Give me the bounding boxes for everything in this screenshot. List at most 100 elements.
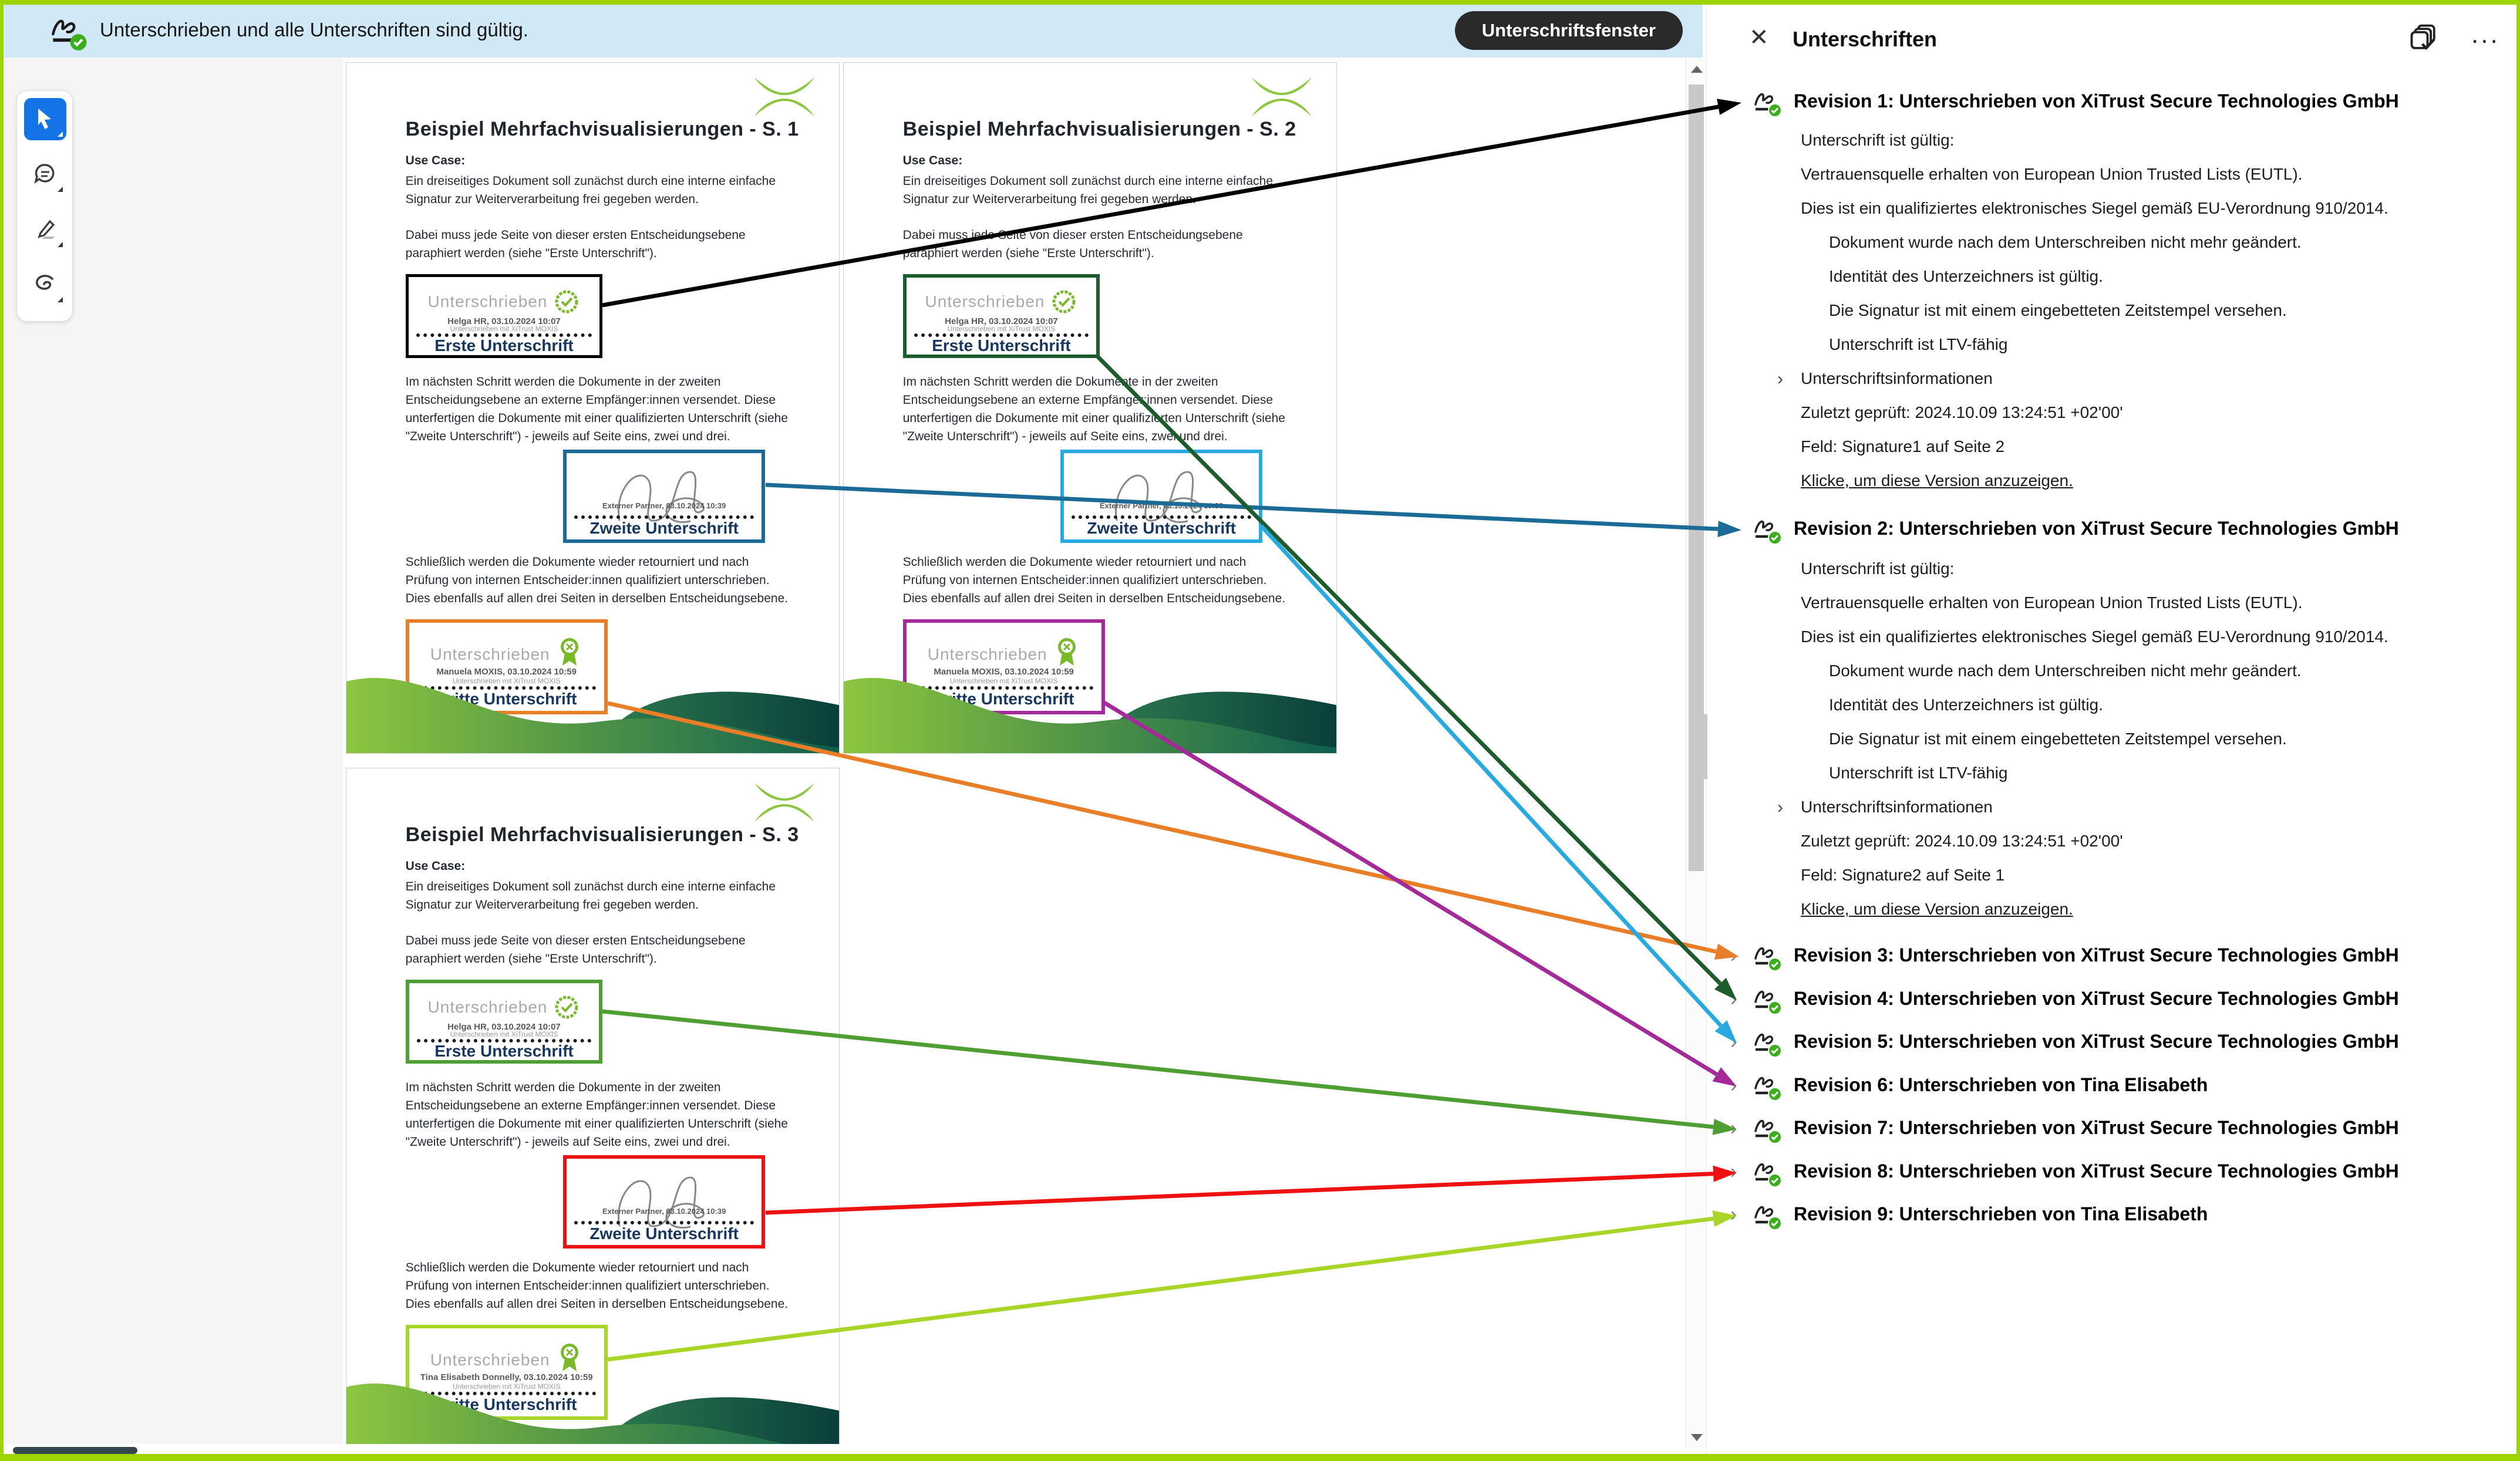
- banner-message: Unterschrieben und alle Unterschriften s…: [100, 19, 528, 41]
- page-paragraph: Im nächsten Schritt werden die Dokumente…: [903, 373, 1287, 446]
- draw-tool[interactable]: [24, 264, 66, 306]
- signatures-panel: ✕ Unterschriften ... Revision 1: Untersc…: [1706, 5, 2520, 1459]
- page-heading: Beispiel Mehrfachvisualisierungen - S. 3: [406, 824, 799, 846]
- tool-dropdown-indicator: [58, 242, 63, 247]
- page-paragraph: Ein dreiseitiges Dokument soll zunächst …: [406, 878, 790, 914]
- view-version-link[interactable]: Klicke, um diese Version anzuzeigen.: [1801, 471, 2073, 490]
- check-badge-icon: [547, 292, 580, 311]
- page-footer-wave: [346, 650, 839, 753]
- close-icon[interactable]: ✕: [1749, 26, 1769, 49]
- revision-detail: Zuletzt geprüft: 2024.10.09 13:24:51 +02…: [1801, 832, 2123, 851]
- tool-dropdown-indicator: [58, 297, 63, 302]
- chevron-right-icon[interactable]: ›: [1730, 1075, 1737, 1095]
- chevron-right-icon[interactable]: ›: [1730, 946, 1737, 966]
- revision-detail: Identität des Unterzeichners ist gültig.: [1829, 267, 2103, 286]
- revision-detail: Unterschrift ist gültig:: [1801, 559, 1954, 578]
- signature-info-toggle[interactable]: Unterschriftsinformationen: [1801, 369, 1993, 388]
- signature-valid-icon: [1753, 1200, 1783, 1233]
- chevron-right-icon[interactable]: ›: [1777, 798, 1783, 818]
- chevron-right-icon[interactable]: ›: [1730, 1204, 1737, 1224]
- revision-title[interactable]: Revision 5: Unterschrieben von XiTrust S…: [1794, 1031, 2399, 1052]
- signer-name: Externer Partner, 03.10.2024 10:39: [567, 1207, 762, 1216]
- xitrust-logo: [1247, 75, 1316, 122]
- signer-name: Externer Partner, 03.10.2024 10:39: [1064, 501, 1259, 510]
- vertical-scrollbar-thumb[interactable]: [1689, 85, 1704, 871]
- chevron-right-icon[interactable]: ›: [1730, 1162, 1737, 1182]
- page-heading: Beispiel Mehrfachvisualisierungen - S. 1: [406, 118, 799, 141]
- highlight-tool[interactable]: [24, 208, 66, 251]
- document-page: Beispiel Mehrfachvisualisierungen - S. 2…: [843, 62, 1337, 754]
- page-paragraph: Im nächsten Schritt werden die Dokumente…: [406, 1078, 790, 1151]
- scroll-down-icon[interactable]: [1691, 1434, 1703, 1441]
- scroll-up-icon[interactable]: [1691, 66, 1703, 73]
- revision-detail: Die Signatur ist mit einem eingebetteten…: [1829, 301, 2287, 320]
- status-banner: Unterschrieben und alle Unterschriften s…: [4, 5, 1703, 58]
- signature-status: Unterschrieben: [907, 288, 1097, 315]
- use-case-label: Use Case:: [406, 859, 466, 873]
- signature-field[interactable]: UnterschriebenUnterschrieben mit XiTrust…: [406, 980, 603, 1064]
- chevron-right-icon[interactable]: ›: [1730, 989, 1737, 1009]
- revision-detail: Unterschrift ist LTV-fähig: [1829, 335, 2007, 354]
- page-paragraph: Schließlich werden die Dokumente wieder …: [406, 1258, 790, 1313]
- validate-signatures-icon[interactable]: [2409, 22, 2441, 57]
- revision-title[interactable]: Revision 2: Unterschrieben von XiTrust S…: [1794, 518, 2399, 539]
- revision-detail: Unterschrift ist gültig:: [1801, 131, 1954, 150]
- signature-info-toggle[interactable]: Unterschriftsinformationen: [1801, 798, 1993, 816]
- signature-field[interactable]: UnterschriebenUnterschrieben mit XiTrust…: [903, 274, 1100, 358]
- revision-title[interactable]: Revision 7: Unterschrieben von XiTrust S…: [1794, 1117, 2399, 1139]
- signer-name: Helga HR, 03.10.2024 10:07: [907, 316, 1097, 326]
- panel-title: Unterschriften: [1793, 27, 1937, 52]
- signature-label: Zweite Unterschrift: [567, 519, 762, 538]
- signature-status: Unterschrieben: [409, 994, 599, 1021]
- left-navigation-rail: [4, 58, 343, 1448]
- signature-field[interactable]: Externer Partner, 03.10.2024 10:39 Zweite…: [563, 1155, 765, 1249]
- select-tool[interactable]: [24, 98, 66, 140]
- signer-name: Helga HR, 03.10.2024 10:07: [409, 1022, 599, 1032]
- signature-valid-icon: [1753, 984, 1783, 1018]
- signature-field[interactable]: UnterschriebenUnterschrieben mit XiTrust…: [406, 274, 603, 358]
- comment-tool[interactable]: [24, 153, 66, 195]
- page-footer-wave: [346, 1355, 839, 1459]
- revision-detail: Identität des Unterzeichners ist gültig.: [1829, 696, 2103, 714]
- revision-detail: Dokument wurde nach dem Unterschreiben n…: [1829, 233, 2302, 252]
- revision-title[interactable]: Revision 9: Unterschrieben von Tina Elis…: [1794, 1203, 2208, 1225]
- revision-detail: Vertrauensquelle erhalten von European U…: [1801, 165, 2302, 184]
- page-paragraph: Dabei muss jede Seite von dieser ersten …: [406, 932, 790, 968]
- signature-label: Erste Unterschrift: [409, 336, 600, 355]
- signature-panel-button[interactable]: Unterschriftsfenster: [1455, 11, 1683, 50]
- signature-label: Zweite Unterschrift: [1064, 519, 1259, 538]
- document-page: Beispiel Mehrfachvisualisierungen - S. 3…: [346, 768, 840, 1459]
- revision-title[interactable]: Revision 1: Unterschrieben von XiTrust S…: [1794, 90, 2399, 112]
- check-badge-icon: [547, 998, 580, 1016]
- panel-splitter-handle[interactable]: [1704, 714, 1707, 780]
- signature-label: Zweite Unterschrift: [567, 1224, 762, 1243]
- use-case-label: Use Case:: [903, 154, 963, 168]
- page-paragraph: Im nächsten Schritt werden die Dokumente…: [406, 373, 790, 446]
- chevron-right-icon[interactable]: ›: [1730, 1032, 1737, 1052]
- xitrust-logo: [750, 75, 819, 122]
- vertical-scrollbar[interactable]: [1686, 58, 1706, 1448]
- revision-title[interactable]: Revision 3: Unterschrieben von XiTrust S…: [1794, 944, 2399, 966]
- view-version-link[interactable]: Klicke, um diese Version anzuzeigen.: [1801, 900, 2073, 919]
- signature-label: Erste Unterschrift: [907, 336, 1097, 355]
- signature-field[interactable]: Externer Partner, 03.10.2024 10:39 Zweite…: [1060, 450, 1262, 544]
- page-paragraph: Dabei muss jede Seite von dieser ersten …: [903, 226, 1287, 262]
- revision-detail: Feld: Signature2 auf Seite 1: [1801, 866, 2004, 885]
- tool-dropdown-indicator: [58, 187, 63, 192]
- revision-detail: Die Signatur ist mit einem eingebetteten…: [1829, 730, 2287, 748]
- revision-title[interactable]: Revision 6: Unterschrieben von Tina Elis…: [1794, 1074, 2208, 1096]
- page-paragraph: Ein dreiseitiges Dokument soll zunächst …: [406, 172, 790, 208]
- signature-valid-icon: [1753, 1027, 1783, 1061]
- horizontal-scrollbar-thumb[interactable]: [13, 1447, 137, 1454]
- revision-title[interactable]: Revision 4: Unterschrieben von XiTrust S…: [1794, 988, 2399, 1010]
- revision-title[interactable]: Revision 8: Unterschrieben von XiTrust S…: [1794, 1160, 2399, 1182]
- signature-valid-icon: [1753, 1071, 1783, 1104]
- horizontal-scrollbar[interactable]: [7, 1444, 1686, 1457]
- chevron-right-icon[interactable]: ›: [1777, 369, 1783, 389]
- chevron-right-icon[interactable]: ›: [1730, 1118, 1737, 1138]
- signature-valid-icon: [1753, 1114, 1783, 1147]
- ellipsis-icon[interactable]: ...: [2471, 20, 2500, 49]
- signature-field[interactable]: Externer Partner, 03.10.2024 10:39Zweite…: [563, 450, 765, 544]
- document-page: Beispiel Mehrfachvisualisierungen - S. 1…: [346, 62, 840, 754]
- page-paragraph: Dabei muss jede Seite von dieser ersten …: [406, 226, 790, 262]
